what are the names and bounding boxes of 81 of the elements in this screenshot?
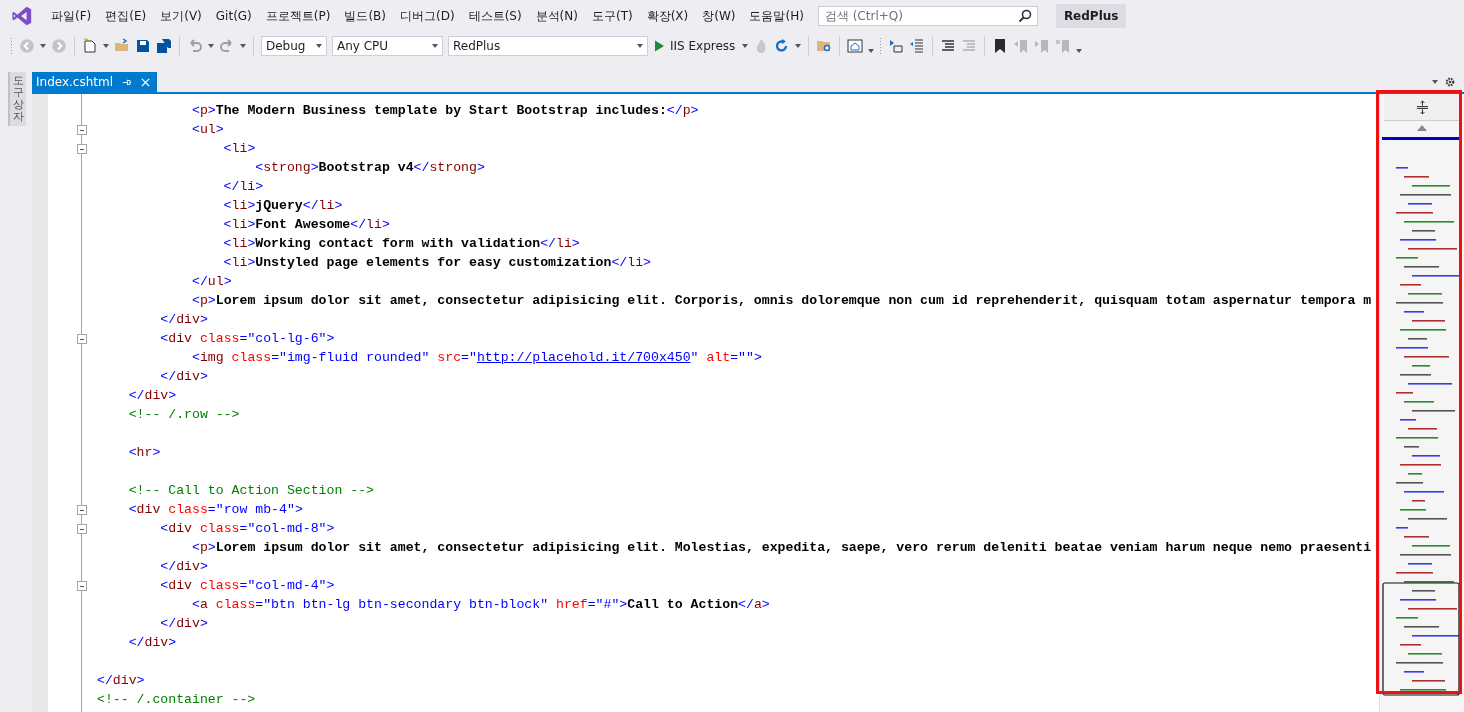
caret-icon[interactable] xyxy=(40,44,46,48)
folder-search-icon[interactable] xyxy=(816,38,833,54)
code-line: <a class="btn btn-lg btn-secondary btn-block" href="#">Call to Action</a> xyxy=(190,597,770,612)
close-icon[interactable] xyxy=(140,76,152,88)
code-line: <li>jQuery</li> xyxy=(222,198,343,213)
search-field[interactable]: 검색 (Ctrl+Q) xyxy=(817,6,1038,26)
caret-icon[interactable] xyxy=(240,44,246,48)
solution-name-label: RedPlus xyxy=(1055,4,1127,28)
code-line: </div> xyxy=(127,635,177,650)
code-line: </div> xyxy=(159,312,208,327)
fold-toggle-icon[interactable] xyxy=(77,523,87,534)
menu-item[interactable]: 디버그(D) xyxy=(393,7,462,25)
code-line: <strong>Bootstrap v4</strong> xyxy=(254,160,485,175)
menu-item[interactable]: 보기(V) xyxy=(153,7,209,25)
caret-icon[interactable] xyxy=(103,44,109,48)
menu-item[interactable]: 도움말(H) xyxy=(742,7,811,25)
toolbox-side-tab[interactable]: 도구 상자 xyxy=(8,72,26,127)
code-line: </div> xyxy=(97,673,145,688)
caret-icon[interactable] xyxy=(795,44,802,48)
code-line: <li>Unstyled page elements for easy customization</li> xyxy=(222,255,651,270)
code-line: <p>Lorem ipsum dolor sit amet, consectetur adipisicing elit. Molestias, expedita, saepe, vero rerum deleniti beatae veniam harum neque nemo praesenti xyxy=(190,540,1372,555)
code-line: <!-- Call to Action Section --> xyxy=(127,483,374,498)
configuration-dropdown[interactable]: Debug xyxy=(261,36,327,56)
code-line: </div> xyxy=(127,388,177,403)
menu-item[interactable]: 분석(N) xyxy=(528,7,585,25)
code-line: <p>Lorem ipsum dolor sit amet, consectetur adipisicing elit. Corporis, omnis doloremque non cum id reprehenderit, quisquam totam aspernatur tempora m xyxy=(190,293,1372,308)
caret-icon[interactable] xyxy=(1432,80,1438,84)
fold-toggle-icon[interactable] xyxy=(77,333,87,344)
menu-item[interactable]: 테스트(S) xyxy=(461,7,529,25)
code-line: </div> xyxy=(159,559,208,574)
menu-item[interactable]: 프로젝트(P) xyxy=(258,7,338,25)
platform-dropdown[interactable]: Any CPU xyxy=(332,36,443,56)
code-line: <li>Font Awesome</li> xyxy=(222,217,390,232)
run-button[interactable]: IIS Express xyxy=(653,39,738,53)
new-project-icon[interactable] xyxy=(82,38,98,54)
code-line: <li> xyxy=(222,141,256,156)
document-tab[interactable]: Index.cshtml xyxy=(32,72,158,92)
code-line: <li>Working contact form with validation</li> xyxy=(222,236,580,251)
code-link[interactable]: http://placehold.it/700x450 xyxy=(476,350,691,365)
menu-item[interactable]: 확장(X) xyxy=(639,7,696,25)
code-line: <div class="row mb-4"> xyxy=(127,502,303,517)
code-line: <p>The Modern Business template by Start Bootstrap includes:</p> xyxy=(190,103,699,118)
menu-item[interactable]: 편집(E) xyxy=(98,7,154,25)
open-folder-icon[interactable] xyxy=(114,38,130,54)
code-line: <div class="col-md-4"> xyxy=(159,578,335,593)
code-line: </ul> xyxy=(190,274,232,289)
fold-toggle-icon[interactable] xyxy=(77,124,87,135)
code-line: </div> xyxy=(159,369,208,384)
code-line: </li> xyxy=(222,179,264,194)
code-line: </div> xyxy=(159,616,208,631)
fold-toggle-icon[interactable] xyxy=(77,143,87,154)
scroll-up-icon[interactable] xyxy=(1417,125,1427,131)
settings-icon[interactable] xyxy=(1444,76,1456,88)
menu-item[interactable]: 도구(T) xyxy=(584,7,640,25)
search-icon xyxy=(1017,9,1032,23)
code-line: <div class="col-md-8"> xyxy=(159,521,335,536)
caret-icon[interactable] xyxy=(742,44,749,48)
caret-icon[interactable] xyxy=(208,44,214,48)
app-logo-icon xyxy=(11,5,33,27)
fold-toggle-icon[interactable] xyxy=(77,580,87,591)
menu-item[interactable]: 빌드(B) xyxy=(337,7,393,25)
code-line: <!-- /.container --> xyxy=(97,692,256,707)
menu-item[interactable]: 창(W) xyxy=(695,7,743,25)
save-icon[interactable] xyxy=(135,38,151,54)
fold-toggle-icon[interactable] xyxy=(77,504,87,515)
comment-lines-icon[interactable] xyxy=(940,38,957,54)
menu-item[interactable]: Git(G) xyxy=(208,9,259,23)
caret-icon[interactable] xyxy=(868,49,875,53)
split-editor-icon[interactable] xyxy=(1384,94,1460,121)
code-line: <div class="col-lg-6"> xyxy=(159,331,335,346)
startup-project-dropdown[interactable]: RedPlus xyxy=(448,36,648,56)
caret-icon[interactable] xyxy=(1076,49,1083,53)
list-icon[interactable] xyxy=(909,38,926,54)
save-all-icon[interactable] xyxy=(156,38,172,54)
code-line: <ul> xyxy=(190,122,224,137)
code-line: <!-- /.row --> xyxy=(127,407,240,422)
code-line: <hr> xyxy=(127,445,161,460)
indent-icon[interactable] xyxy=(888,38,905,54)
play-icon xyxy=(655,40,664,52)
code-line: <img class="img-fluid rounded" src="http://placehold.it/700x450" alt=""> xyxy=(190,350,762,365)
menu-item[interactable]: 파일(F) xyxy=(44,7,99,25)
